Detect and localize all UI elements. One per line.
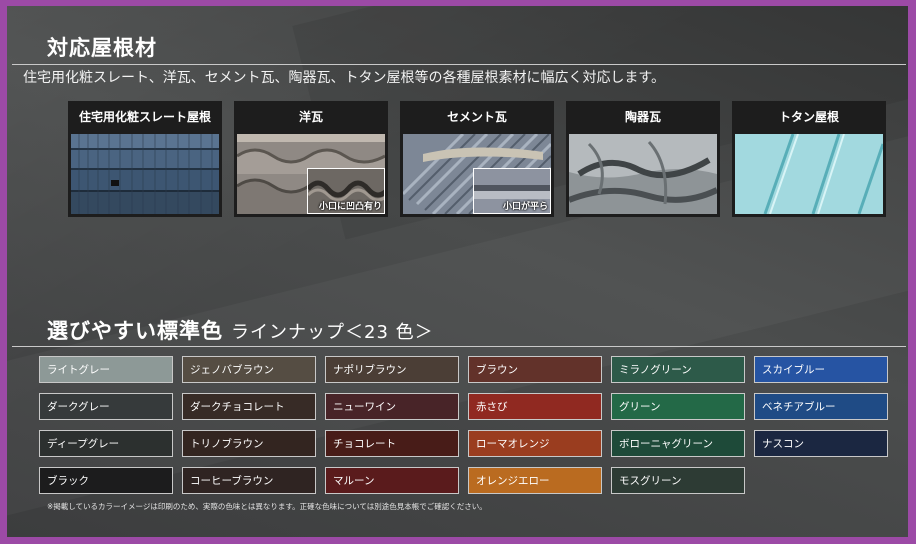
color-swatch: コーヒーブラウン [182,467,316,494]
color-swatch: ボローニャグリーン [611,430,745,457]
color-swatch: ライトグレー [39,356,173,383]
roof-photo-cement-tile: 小口が平ら [403,134,551,214]
color-swatch: マルーン [325,467,459,494]
roof-types-row: 住宅用化粧スレート屋根 洋瓦 小口に凹凸有り セメント瓦 小口が平ら 陶器瓦 ト… [68,101,888,217]
color-swatch: ブラック [39,467,173,494]
roof-inset-caption: 小口が平ら [502,202,548,212]
section-subtitle: 住宅用化粧スレート、洋瓦、セメント瓦、陶器瓦、トタン屋根等の各種屋根素材に幅広く… [23,70,666,86]
roof-photo-ceramic-tile [569,134,717,214]
roof-label: トタン屋根 [778,110,839,124]
color-swatch: 赤さび [468,393,602,420]
color-swatch: ダークグレー [39,393,173,420]
color-swatch: ダークチョコレート [182,393,316,420]
roof-label: 陶器瓦 [624,110,661,124]
roof-photo-western-tile: 小口に凹凸有り [237,134,385,214]
roof-label: 洋瓦 [298,110,323,124]
roof-label: セメント瓦 [447,110,507,124]
section-title-standard-colors: 選びやすい標準色 ラインナップ＜23 色＞ [47,315,434,345]
color-swatch: トリノブラウン [182,430,316,457]
divider [12,346,906,347]
color-swatch: ローマオレンジ [468,430,602,457]
color-swatch: オレンジエロー [468,467,602,494]
roof-card-western-tile: 洋瓦 小口に凹凸有り [234,101,388,217]
roof-photo-slate [71,134,219,214]
color-swatch: モスグリーン [611,467,745,494]
roof-inset-photo: 小口が平ら [473,168,551,214]
color-swatch: ミラノグリーン [611,356,745,383]
divider [12,64,906,65]
color-swatch: グリーン [611,393,745,420]
section-title-lineup: ラインナップ＜23 色＞ [231,322,434,343]
catalog-panel: 対応屋根材 住宅用化粧スレート、洋瓦、セメント瓦、陶器瓦、トタン屋根等の各種屋根… [7,6,908,537]
roof-card-slate: 住宅用化粧スレート屋根 [68,101,222,217]
roof-card-cement-tile: セメント瓦 小口が平ら [400,101,554,217]
section-title-main: 選びやすい標準色 [47,319,223,343]
color-swatch-grid: ライトグレー ジェノバブラウン ナポリブラウン ブラウン ミラノグリーン スカイブルーダー… [39,356,899,506]
roof-photo-tin-roof [735,134,883,214]
color-swatch: ベネチアブルー [754,393,888,420]
color-swatch: ナスコン [754,430,888,457]
color-swatch: チョコレート [325,430,459,457]
roof-card-ceramic-tile: 陶器瓦 [566,101,720,217]
color-swatch: スカイブルー [754,356,888,383]
color-swatch: ニューワイン [325,393,459,420]
roof-label: 住宅用化粧スレート屋根 [78,110,211,124]
roof-inset-caption: 小口に凹凸有り [318,202,382,212]
color-swatch: ジェノバブラウン [182,356,316,383]
roof-card-tin-roof: トタン屋根 [732,101,886,217]
section-title-roof-materials: 対応屋根材 [47,36,157,60]
color-swatch: ナポリブラウン [325,356,459,383]
disclaimer-note: ※掲載しているカラーイメージは印刷のため、実際の色味とは異なります。正確な色味に… [47,502,487,511]
color-swatch: ディープグレー [39,430,173,457]
color-swatch: ブラウン [468,356,602,383]
roof-inset-photo: 小口に凹凸有り [307,168,385,214]
